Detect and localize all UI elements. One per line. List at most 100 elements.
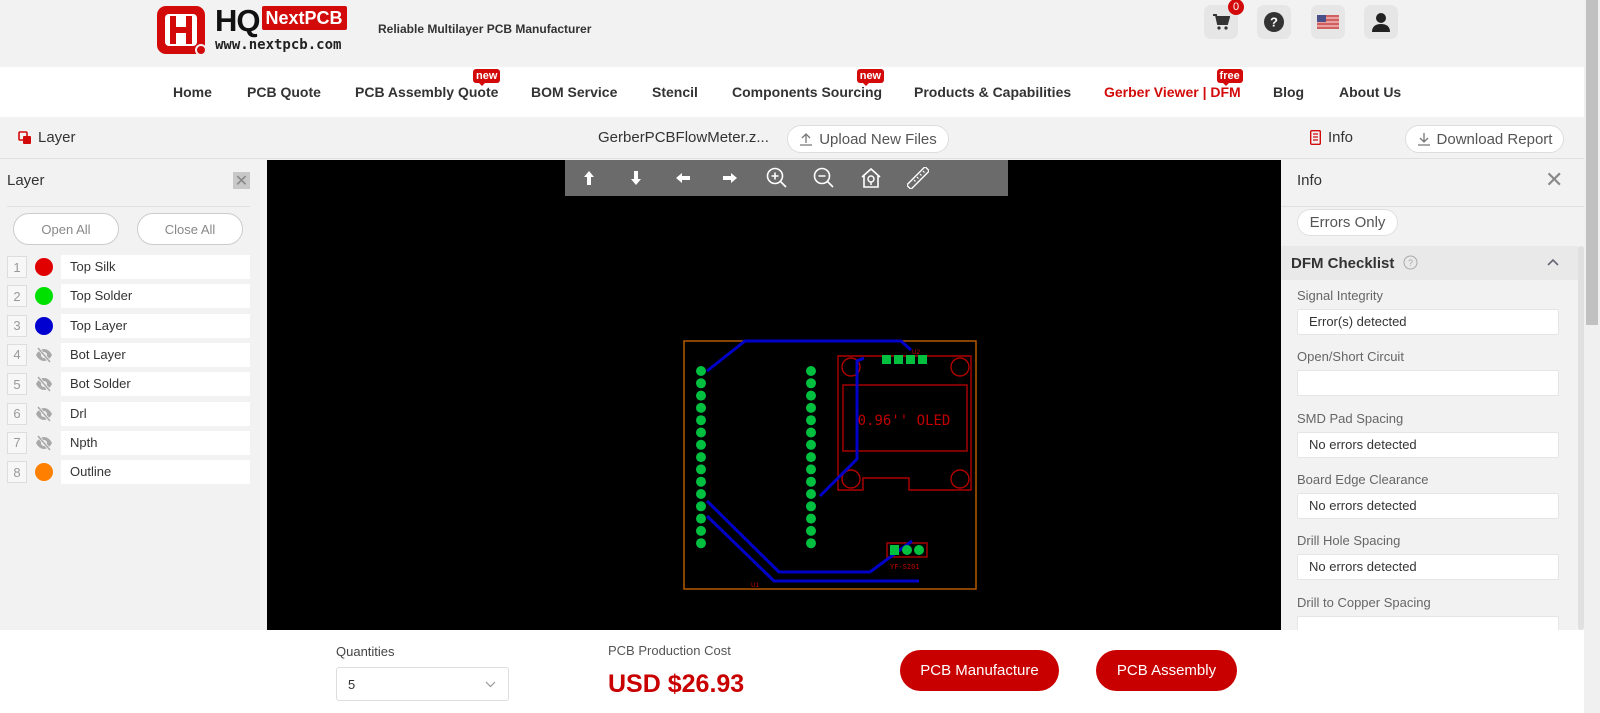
header-pad-right bbox=[806, 464, 816, 475]
header-pad-left bbox=[696, 452, 706, 463]
check-result[interactable]: No errors detected bbox=[1297, 492, 1559, 519]
oled-label: 0.96'' OLED bbox=[858, 413, 951, 429]
eye-off-icon[interactable] bbox=[35, 434, 53, 452]
close-all-button[interactable]: Close All bbox=[137, 213, 243, 245]
layer-row[interactable]: 8 Outline bbox=[7, 460, 250, 485]
top-header: HQ NextPCB www.nextpcb.com Reliable Multi… bbox=[0, 0, 1584, 67]
layer-row[interactable]: 1 Top Silk bbox=[7, 255, 250, 279]
nav-stencil[interactable]: Stencil bbox=[652, 84, 698, 100]
header-pad-right bbox=[806, 427, 816, 438]
nav-gerber-viewer-dfm[interactable]: Gerber Viewer | DFM free bbox=[1104, 69, 1243, 100]
help-circle-icon[interactable]: ? bbox=[1403, 255, 1418, 270]
open-all-button[interactable]: Open All bbox=[13, 213, 119, 245]
layer-row[interactable]: 2 Top Solder bbox=[7, 284, 250, 309]
sensor-pin-pad bbox=[890, 545, 899, 555]
layer-number: 3 bbox=[7, 314, 27, 337]
eye-off-icon[interactable] bbox=[35, 405, 53, 423]
info-toggle[interactable]: Info bbox=[1310, 129, 1353, 146]
cart-button[interactable]: 0 bbox=[1204, 0, 1244, 39]
layer-panel-close-button[interactable]: ✕ bbox=[233, 172, 250, 190]
dfm-checklist-header[interactable]: DFM Checklist ? bbox=[1281, 246, 1578, 280]
header-pad-left bbox=[696, 415, 706, 426]
layer-name[interactable]: Bot Solder bbox=[61, 372, 250, 397]
info-panel-close-button[interactable]: ✕ bbox=[1545, 169, 1563, 191]
layer-number: 1 bbox=[7, 256, 27, 278]
header-pad-left bbox=[696, 427, 706, 438]
layer-name[interactable]: Npth bbox=[61, 430, 250, 455]
check-result[interactable]: No errors detected bbox=[1297, 554, 1559, 581]
check-result[interactable] bbox=[1297, 615, 1559, 630]
errors-only-toggle[interactable]: Errors Only bbox=[1297, 209, 1398, 236]
quantity-select[interactable]: 5 bbox=[336, 667, 509, 701]
pcb-manufacture-button[interactable]: PCB Manufacture bbox=[900, 650, 1059, 691]
nav-products-capabilities[interactable]: Products & Capabilities bbox=[914, 84, 1071, 100]
cart-icon bbox=[1213, 14, 1230, 30]
document-icon bbox=[1310, 130, 1321, 145]
check-label: Drill to Copper Spacing bbox=[1297, 594, 1431, 610]
quantity-value: 5 bbox=[348, 677, 356, 692]
layer-row[interactable]: 3 Top Layer bbox=[7, 313, 250, 338]
layer-row[interactable]: 6 Drl bbox=[7, 401, 250, 426]
close-icon: ✕ bbox=[234, 172, 249, 190]
eye-off-icon[interactable] bbox=[35, 375, 53, 393]
account-button[interactable] bbox=[1364, 5, 1398, 39]
help-button[interactable]: ? bbox=[1257, 5, 1291, 39]
header-pad-left bbox=[696, 476, 706, 487]
download-report-button[interactable]: Download Report bbox=[1405, 125, 1564, 153]
sensor-label: YF-S201 bbox=[890, 563, 920, 571]
header-pad-right bbox=[806, 439, 816, 450]
nav-pcb-assembly-quote[interactable]: PCB Assembly Quote new bbox=[355, 69, 501, 100]
layer-name[interactable]: Top Silk bbox=[61, 255, 250, 279]
layer-row[interactable]: 7 Npth bbox=[7, 430, 250, 455]
layer-color-swatch[interactable] bbox=[35, 287, 53, 306]
nav-components-sourcing[interactable]: Components Sourcing new bbox=[732, 69, 885, 100]
layer-toggle-label: Layer bbox=[38, 129, 76, 146]
header-pad-left bbox=[696, 464, 706, 475]
pcb-assembly-button[interactable]: PCB Assembly bbox=[1096, 650, 1237, 691]
page-scrollbar-thumb[interactable] bbox=[1586, 0, 1598, 325]
check-label: SMD Pad Spacing bbox=[1297, 410, 1404, 426]
nextpcb-logo[interactable]: HQ NextPCB www.nextpcb.com bbox=[157, 5, 347, 56]
upload-icon bbox=[800, 133, 813, 146]
layer-color-swatch[interactable] bbox=[35, 316, 53, 335]
layer-name[interactable]: Outline bbox=[61, 460, 250, 485]
check-result[interactable]: No errors detected bbox=[1297, 431, 1559, 458]
layer-toggle[interactable]: Layer bbox=[18, 129, 76, 146]
layer-color-swatch[interactable] bbox=[35, 258, 53, 276]
layer-row[interactable]: 5 Bot Solder bbox=[7, 372, 250, 397]
header-pad-right bbox=[806, 501, 816, 512]
eye-off-icon[interactable] bbox=[35, 346, 53, 364]
viewer-toolbar: Layer GerberPCBFlowMeter.z... Upload New… bbox=[0, 117, 1584, 159]
header-pad-right bbox=[806, 489, 816, 499]
nav-about-us[interactable]: About Us bbox=[1339, 84, 1401, 100]
layer-panel: Layer ✕ Open All Close All 1 Top Silk 2 Top… bbox=[0, 160, 262, 630]
layer-color-swatch[interactable] bbox=[35, 463, 53, 482]
nav-pcb-quote[interactable]: PCB Quote bbox=[247, 84, 321, 100]
cart-count-badge: 0 bbox=[1228, 0, 1244, 15]
upload-label: Upload New Files bbox=[819, 130, 937, 148]
us-flag-icon bbox=[1317, 15, 1339, 29]
download-icon bbox=[1417, 133, 1430, 146]
chevron-up-icon[interactable] bbox=[1547, 258, 1559, 266]
check-result[interactable]: Error(s) detected bbox=[1297, 309, 1559, 335]
layer-name[interactable]: Top Layer bbox=[61, 313, 250, 338]
layer-name[interactable]: Drl bbox=[61, 401, 250, 426]
layer-number: 6 bbox=[7, 402, 27, 425]
layer-number: 8 bbox=[7, 461, 27, 484]
upload-new-files-button[interactable]: Upload New Files bbox=[787, 125, 949, 153]
layer-name[interactable]: Top Solder bbox=[61, 284, 250, 309]
layer-row[interactable]: 4 Bot Layer bbox=[7, 342, 250, 367]
nav-blog[interactable]: Blog bbox=[1273, 84, 1304, 100]
nav-home[interactable]: Home bbox=[173, 84, 212, 100]
tagline: Reliable Multilayer PCB Manufacturer bbox=[378, 22, 592, 36]
oled-pin-pad bbox=[882, 355, 891, 364]
header-pad-left bbox=[696, 390, 706, 401]
check-result[interactable] bbox=[1297, 370, 1559, 397]
nav-bom-service[interactable]: BOM Service bbox=[531, 84, 617, 100]
logo-url-text: www.nextpcb.com bbox=[215, 37, 342, 53]
language-button[interactable] bbox=[1311, 5, 1345, 39]
gerber-canvas[interactable]: 0.96'' OLED U2 YF-S201 U1 bbox=[267, 160, 1281, 630]
layer-name[interactable]: Bot Layer bbox=[61, 342, 250, 367]
u1-label: U1 bbox=[751, 582, 759, 589]
page-scrollbar[interactable] bbox=[1584, 0, 1600, 713]
